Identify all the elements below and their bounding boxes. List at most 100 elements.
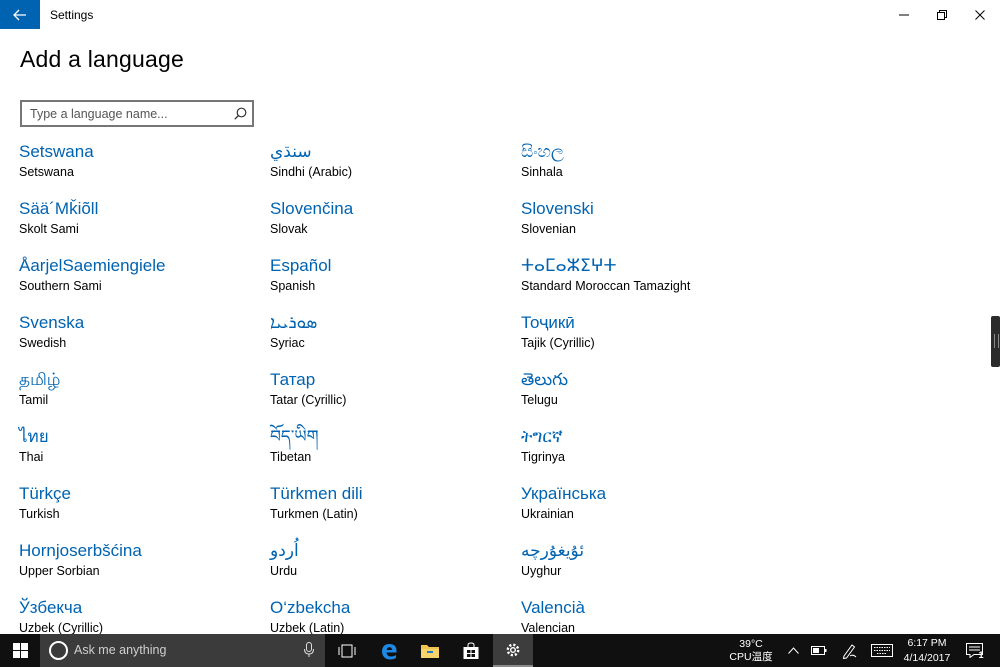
language-english-name: Upper Sorbian xyxy=(19,564,100,578)
language-item[interactable]: Español Spanish xyxy=(270,255,510,305)
keyboard-icon xyxy=(871,644,893,657)
language-native-name: سنڌي xyxy=(270,142,312,161)
language-english-name: Tigrinya xyxy=(521,450,565,464)
language-item[interactable]: සිංහල Sinhala xyxy=(521,141,761,191)
store-bag-icon xyxy=(463,641,479,659)
language-native-name: Slovenčina xyxy=(270,199,354,218)
show-hidden-icons-button[interactable] xyxy=(782,634,804,667)
language-native-name: Valencià xyxy=(521,598,585,617)
language-english-name: Thai xyxy=(19,450,44,464)
language-item[interactable]: தமிழ் Tamil xyxy=(19,369,259,419)
language-native-name: Türkçe xyxy=(19,484,71,503)
language-native-name: O‘zbekcha xyxy=(270,598,351,617)
restore-icon xyxy=(937,9,947,20)
language-english-name: Setswana xyxy=(19,165,74,179)
battery-button[interactable] xyxy=(807,634,831,667)
language-native-name: සිංහල xyxy=(521,142,564,161)
page-title: Add a language xyxy=(20,46,184,72)
language-english-name: Swedish xyxy=(19,336,67,350)
task-view-icon xyxy=(338,644,356,657)
language-item[interactable]: ÅarjelSaemiengiele Southern Sami xyxy=(19,255,259,305)
language-grid: Setswana Setswana سنڌي Sindhi (Arabic) සිං… xyxy=(19,141,739,635)
minimize-button[interactable] xyxy=(888,0,920,29)
language-item[interactable]: ئۇيغۇرچە Uyghur xyxy=(521,540,761,590)
language-english-name: Tajik (Cyrillic) xyxy=(521,336,595,350)
language-item[interactable]: Türkçe Turkish xyxy=(19,483,259,533)
folder-icon xyxy=(421,644,439,658)
language-native-name: Sää´Mǩiõll xyxy=(19,199,99,218)
windows-logo-icon xyxy=(12,643,28,658)
language-english-name: Slovak xyxy=(270,222,308,236)
restore-button[interactable] xyxy=(926,0,958,29)
language-english-name: Skolt Sami xyxy=(19,222,79,236)
language-native-name: Татар xyxy=(270,370,316,389)
language-english-name: Telugu xyxy=(521,393,558,407)
close-icon xyxy=(975,9,985,20)
task-view-button[interactable] xyxy=(327,634,367,667)
language-item[interactable]: اُردو Urdu xyxy=(270,540,510,590)
gear-icon xyxy=(506,643,520,656)
temperature-text: 39°C xyxy=(739,638,763,650)
close-button[interactable] xyxy=(964,0,996,29)
language-native-name: ⵜⴰⵎⴰⵣⵉⵖⵜ xyxy=(521,256,617,275)
edge-button[interactable] xyxy=(369,634,409,667)
touch-keyboard-button[interactable] xyxy=(868,634,896,667)
cortana-icon xyxy=(49,641,68,660)
scrollbar-thumb[interactable] xyxy=(991,316,1000,367)
chevron-up-icon xyxy=(787,647,799,654)
start-button[interactable] xyxy=(0,634,40,667)
language-item[interactable]: Татар Tatar (Cyrillic) xyxy=(270,369,510,419)
language-native-name: Українська xyxy=(521,484,607,503)
language-native-name: தமிழ் xyxy=(19,370,61,389)
taskbar: Ask me anything 39°C CPU温度 6:17 PM 4/14/… xyxy=(0,634,1000,667)
clock-time[interactable]: 6:17 PM xyxy=(898,637,956,650)
settings-taskbar-button[interactable] xyxy=(493,634,533,667)
store-button[interactable] xyxy=(451,634,491,667)
battery-icon xyxy=(811,646,827,655)
clock-date[interactable]: 4/14/2017 xyxy=(898,652,956,665)
language-item[interactable]: తెలుగు Telugu xyxy=(521,369,761,419)
language-item[interactable]: Slovenski Slovenian xyxy=(521,198,761,248)
language-native-name: Español xyxy=(270,256,332,275)
language-item[interactable]: Sää´Mǩiõll Skolt Sami xyxy=(19,198,259,248)
pen-icon xyxy=(842,643,857,659)
back-button[interactable] xyxy=(0,0,40,29)
language-english-name: Turkish xyxy=(19,507,60,521)
pen-workspace-button[interactable] xyxy=(837,634,861,667)
language-item[interactable]: ትግርኛ Tigrinya xyxy=(521,426,761,476)
language-item[interactable]: سنڌي Sindhi (Arabic) xyxy=(270,141,510,191)
language-native-name: ئۇيغۇرچە xyxy=(521,541,585,560)
language-item[interactable]: Українська Ukrainian xyxy=(521,483,761,533)
language-native-name: Ўзбекча xyxy=(19,598,83,617)
language-item[interactable]: Тоҷикӣ Tajik (Cyrillic) xyxy=(521,312,761,362)
language-english-name: Syriac xyxy=(270,336,305,350)
language-native-name: ÅarjelSaemiengiele xyxy=(19,256,166,275)
language-english-name: Slovenian xyxy=(521,222,576,236)
language-native-name: བོད་ཡིག xyxy=(270,427,319,446)
language-native-name: తెలుగు xyxy=(521,370,568,389)
language-english-name: Tibetan xyxy=(270,450,312,464)
cortana-search-box[interactable]: Ask me anything xyxy=(40,634,325,667)
language-english-name: Spanish xyxy=(270,279,316,293)
language-item[interactable]: Setswana Setswana xyxy=(19,141,259,191)
language-item[interactable]: Türkmen dili Turkmen (Latin) xyxy=(270,483,510,533)
search-icon[interactable] xyxy=(234,107,247,120)
language-item[interactable]: Svenska Swedish xyxy=(19,312,259,362)
language-english-name: Uyghur xyxy=(521,564,562,578)
language-item[interactable]: Hornjoserbšćina Upper Sorbian xyxy=(19,540,259,590)
language-search-input[interactable] xyxy=(22,102,222,125)
file-explorer-button[interactable] xyxy=(410,634,450,667)
language-item[interactable]: ไทย Thai xyxy=(19,426,259,476)
language-item[interactable]: ⵜⴰⵎⴰⵣⵉⵖⵜ Standard Moroccan Tamazight xyxy=(521,255,761,305)
language-search-box[interactable] xyxy=(20,100,254,127)
language-native-name: Svenska xyxy=(19,313,85,332)
back-arrow-icon xyxy=(13,9,26,20)
microphone-icon[interactable] xyxy=(304,642,314,658)
language-english-name: Tamil xyxy=(19,393,49,407)
language-item[interactable]: བོད་ཡིག Tibetan xyxy=(270,426,510,476)
language-english-name: Standard Moroccan Tamazight xyxy=(521,279,691,293)
language-item[interactable]: Slovenčina Slovak xyxy=(270,198,510,248)
language-item[interactable]: ܣܘܪܝܝܐ Syriac xyxy=(270,312,510,362)
language-english-name: Urdu xyxy=(270,564,298,578)
language-native-name: Hornjoserbšćina xyxy=(19,541,142,560)
